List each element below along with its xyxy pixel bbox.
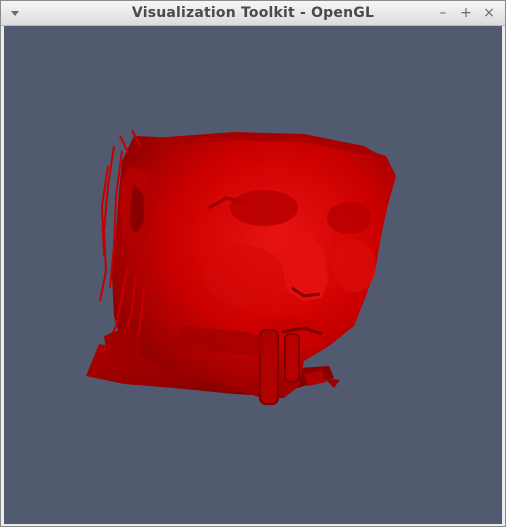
minimize-button[interactable]: – xyxy=(435,5,451,21)
maximize-button[interactable]: + xyxy=(458,5,474,21)
vtk-window: Visualization Toolkit - OpenGL – + × xyxy=(0,0,506,527)
window-title: Visualization Toolkit - OpenGL xyxy=(131,5,375,21)
render-viewport[interactable] xyxy=(4,26,502,524)
close-button[interactable]: × xyxy=(481,5,497,21)
rendered-head-model xyxy=(86,129,396,405)
title-bar[interactable]: Visualization Toolkit - OpenGL – + × xyxy=(1,1,505,26)
